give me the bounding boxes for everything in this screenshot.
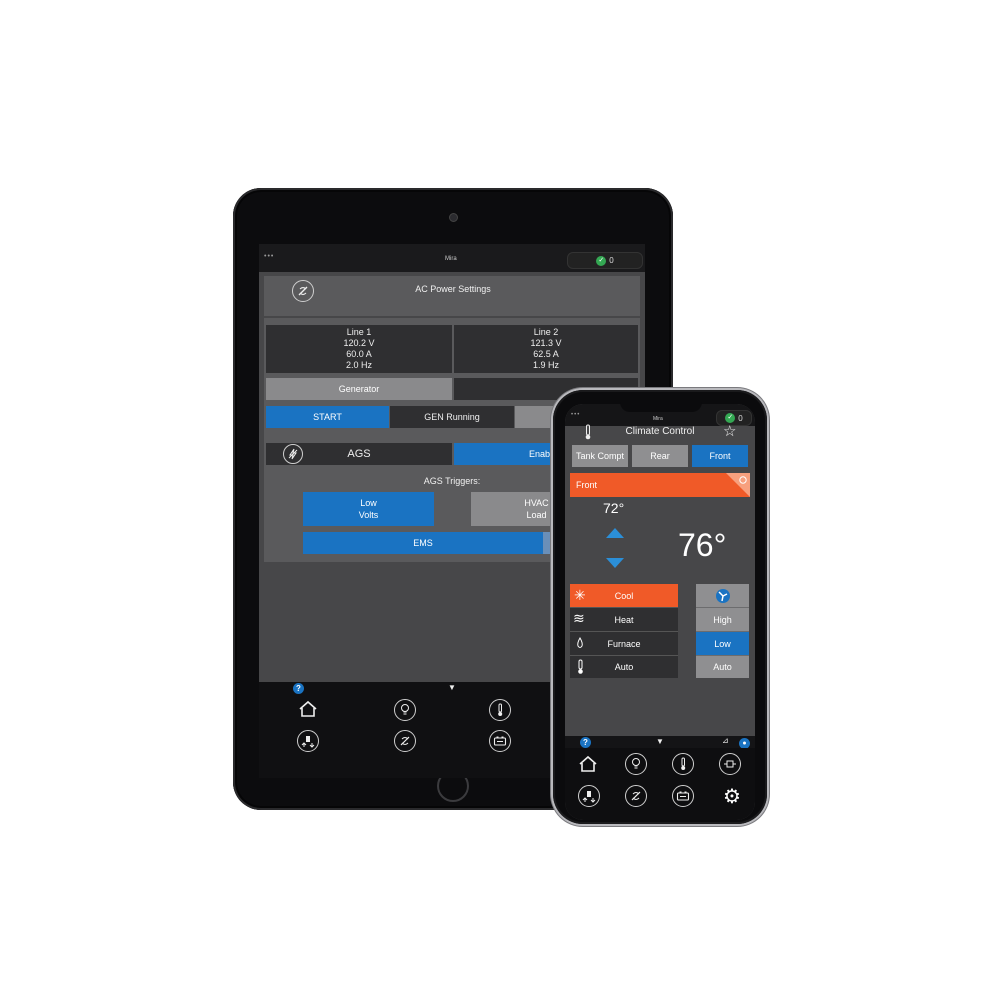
trigger-line: HVAC xyxy=(524,498,549,508)
sync-icon[interactable] xyxy=(726,473,750,497)
ac-power-icon xyxy=(292,280,314,302)
trigger-line: Load xyxy=(526,510,547,520)
mode-furnace[interactable]: Furnace xyxy=(570,632,678,656)
thermometer-icon[interactable] xyxy=(672,753,694,775)
help-icon[interactable]: ? xyxy=(293,683,304,694)
mode-label: Cool xyxy=(614,590,634,601)
ags-label: AGS xyxy=(347,448,371,460)
mode-label: Auto xyxy=(614,662,634,672)
chevron-down-icon[interactable]: ▼ xyxy=(656,737,664,746)
line-name: Line 1 xyxy=(346,327,372,337)
ac-power-icon[interactable] xyxy=(394,730,416,752)
temp-down-icon[interactable] xyxy=(605,557,625,569)
ac-power-header xyxy=(264,276,640,316)
gen-status: GEN Running xyxy=(390,406,514,428)
setpoint-temp: 72° xyxy=(603,500,625,516)
fan-auto[interactable]: Auto xyxy=(696,656,749,678)
unlock-icon[interactable]: ⊿ xyxy=(722,736,729,745)
line-2-card: Line 2 121.3 V 62.5 A 1.9 Hz xyxy=(454,325,638,373)
mode-auto[interactable]: Auto xyxy=(570,656,678,678)
zone-banner-label: Front xyxy=(576,480,598,490)
mode-label: Furnace xyxy=(607,638,641,649)
line-1-card: Line 1 120.2 V 60.0 A 2.0 Hz xyxy=(266,325,452,373)
ags-triggers-title: AGS Triggers: xyxy=(423,476,481,486)
generator-icon[interactable] xyxy=(578,785,600,807)
status-dots: ••• xyxy=(571,412,581,418)
mode-cool[interactable]: ✳ Cool xyxy=(570,584,678,608)
low-volts-trigger[interactable]: Low Volts xyxy=(303,492,434,526)
battery-icon[interactable] xyxy=(489,730,511,752)
connection-status[interactable]: ✓ 0 xyxy=(567,252,643,269)
help-icon[interactable]: ? xyxy=(580,737,591,748)
mode-label: Heat xyxy=(614,614,634,625)
home-icon[interactable] xyxy=(577,753,599,775)
climate-title: Climate Control xyxy=(625,426,695,437)
thermometer-icon xyxy=(582,424,594,440)
phone-notch xyxy=(620,398,702,412)
line-frequency: 2.0 Hz xyxy=(345,360,372,370)
generator-tab[interactable]: Generator xyxy=(266,378,452,400)
battery-icon[interactable] xyxy=(672,785,694,807)
trigger-line: Low xyxy=(360,498,377,508)
tablet-camera xyxy=(449,213,458,222)
fan-low[interactable]: Low xyxy=(696,632,749,656)
line-current: 62.5 A xyxy=(533,349,559,359)
zone-tank-compt[interactable]: Tank Compt xyxy=(572,445,628,467)
line-voltage: 121.3 V xyxy=(530,338,562,348)
ags-lightning-icon xyxy=(283,444,303,464)
gear-icon[interactable]: ⚙ xyxy=(720,784,744,808)
lightbulb-icon[interactable] xyxy=(625,753,647,775)
start-button[interactable]: START xyxy=(266,406,389,428)
zone-banner: Front xyxy=(570,473,750,497)
ags-state: Enabl xyxy=(529,449,553,459)
chevron-down-icon[interactable]: ▼ xyxy=(448,683,456,692)
line-name: Line 2 xyxy=(533,327,559,337)
lightbulb-icon[interactable] xyxy=(394,699,416,721)
tablet-status-bar: ••• Mira ✓ 0 xyxy=(259,244,645,272)
temp-up-icon[interactable] xyxy=(605,527,625,539)
connection-count: 0 xyxy=(738,413,743,423)
generator-icon[interactable] xyxy=(297,730,319,752)
ems-trigger[interactable]: EMS xyxy=(303,532,543,554)
home-icon[interactable] xyxy=(297,698,319,720)
thermometer-icon[interactable] xyxy=(489,699,511,721)
trigger-line: Volts xyxy=(358,510,379,520)
line-current: 60.0 A xyxy=(346,349,372,359)
ems-scroll-edge xyxy=(543,532,553,554)
flame-icon xyxy=(577,637,583,648)
app-title: Mira xyxy=(445,256,457,262)
zone-front[interactable]: Front xyxy=(692,445,748,467)
snowflake-icon: ✳ xyxy=(574,587,586,603)
current-temp: 76° xyxy=(678,527,727,563)
fan-icon xyxy=(715,588,730,603)
ac-power-icon[interactable] xyxy=(625,785,647,807)
status-dots: ••• xyxy=(264,253,275,260)
check-icon: ✓ xyxy=(596,255,607,266)
star-icon[interactable]: ☆ xyxy=(723,422,736,440)
inverter-icon[interactable] xyxy=(719,753,741,775)
fan-high[interactable]: High xyxy=(696,608,749,632)
line-voltage: 120.2 V xyxy=(343,338,375,348)
page-title: AC Power Settings xyxy=(415,284,491,294)
connection-count: 0 xyxy=(609,256,614,265)
fan-header xyxy=(696,584,749,608)
heat-waves-icon: ≋ xyxy=(573,610,585,626)
thermometer-icon xyxy=(578,659,583,674)
line-frequency: 1.9 Hz xyxy=(532,360,559,370)
app-title: Mira xyxy=(653,416,663,422)
zone-rear[interactable]: Rear xyxy=(632,445,688,467)
mode-heat[interactable]: ≋ Heat xyxy=(570,608,678,632)
